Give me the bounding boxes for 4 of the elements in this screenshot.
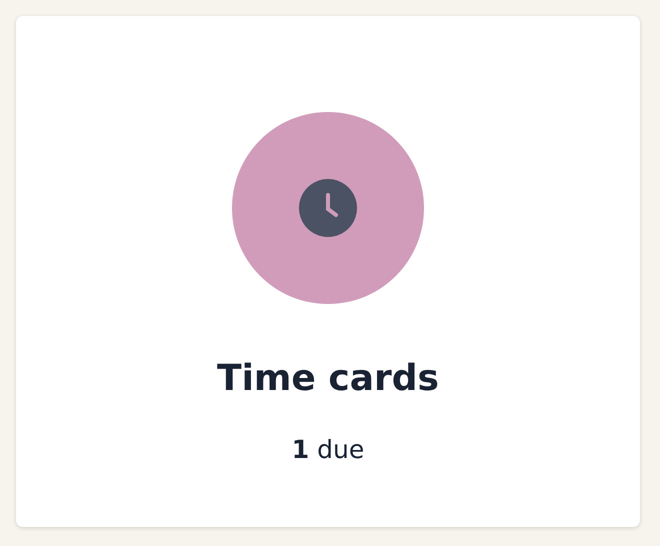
due-count: 1 due	[292, 434, 364, 466]
card-background[interactable]: Time cards 1 due	[16, 16, 640, 527]
card-title: Time cards	[217, 357, 439, 401]
clock-icon	[299, 179, 357, 237]
